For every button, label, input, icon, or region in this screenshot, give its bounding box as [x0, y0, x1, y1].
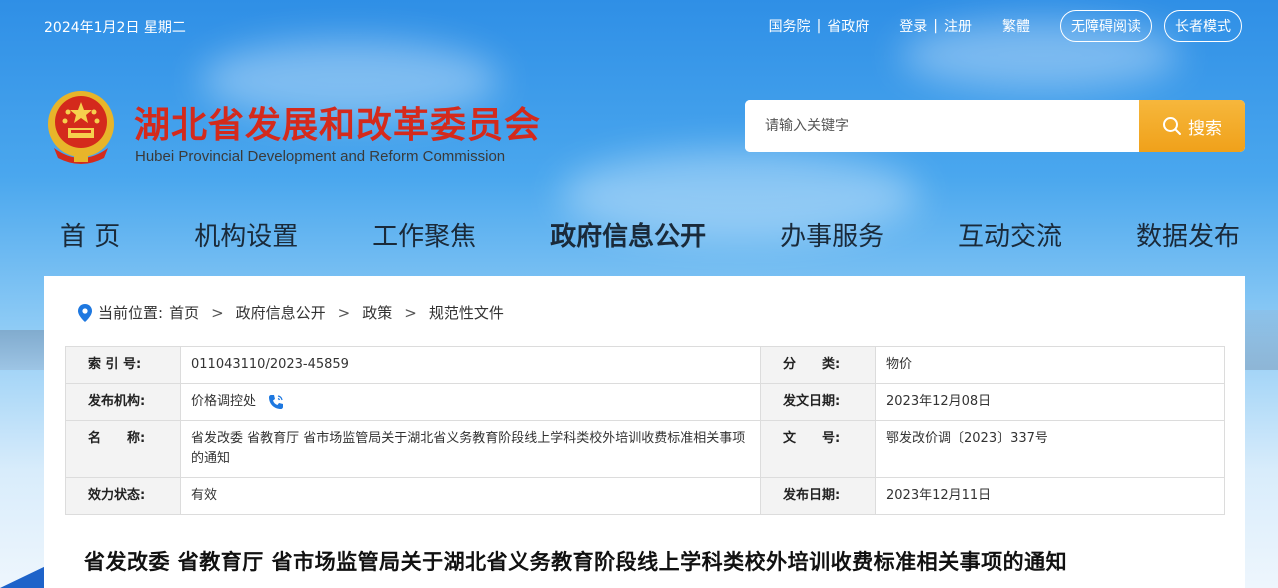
search-button[interactable]: 搜索 [1139, 100, 1245, 152]
org-label: 发布机构: [65, 383, 181, 421]
publish-date-label: 发布日期: [760, 477, 876, 515]
nav-services[interactable]: 办事服务 [780, 216, 884, 260]
search-icon [1163, 117, 1181, 135]
nav-data[interactable]: 数据发布 [1136, 216, 1240, 260]
location-pin-icon [78, 303, 92, 322]
separator: | [816, 18, 822, 34]
breadcrumb-policy[interactable]: 政策 [362, 302, 392, 323]
table-row: 发布机构: 价格调控处 发文日期: 2023年12月08日 [65, 383, 1225, 421]
skyline-decoration [0, 330, 50, 370]
login-link[interactable]: 登录 [899, 16, 927, 36]
index-label: 索 引 号: [65, 346, 181, 384]
nav-organization[interactable]: 机构设置 [194, 216, 298, 260]
org-cell: 价格调控处 [180, 383, 761, 421]
document-title: 省发改委 省教育厅 省市场监管局关于湖北省义务教育阶段线上学科类校外培训收费标准… [84, 549, 1068, 574]
nav-interaction[interactable]: 互动交流 [958, 216, 1062, 260]
index-value: 011043110/2023-45859 [180, 346, 761, 384]
breadcrumb-home[interactable]: 首页 [169, 302, 199, 323]
accessibility-button[interactable]: 无障碍阅读 [1060, 10, 1152, 42]
national-emblem-icon [48, 91, 114, 164]
publish-date-value: 2023年12月11日 [875, 477, 1225, 515]
search-input[interactable] [745, 100, 1139, 152]
traditional-chinese-link[interactable]: 繁體 [1002, 16, 1030, 36]
nav-gov-info[interactable]: 政府信息公开 [550, 216, 706, 260]
content-panel: 当前位置: 首页 > 政府信息公开 > 政策 > 规范性文件 索 引 号: 01… [44, 276, 1245, 588]
category-value: 物价 [875, 346, 1225, 384]
main-nav: 首 页 机构设置 工作聚焦 政府信息公开 办事服务 互动交流 数据发布 [60, 216, 1240, 260]
docno-label: 文 号: [760, 420, 876, 478]
issue-date-label: 发文日期: [760, 383, 876, 421]
breadcrumb-separator: > [404, 303, 417, 322]
status-value: 有效 [180, 477, 761, 515]
register-link[interactable]: 注册 [944, 16, 972, 36]
document-metadata-table: 索 引 号: 011043110/2023-45859 分 类: 物价 发布机构… [65, 346, 1225, 515]
breadcrumb-separator: > [337, 303, 351, 322]
category-label: 分 类: [760, 346, 876, 384]
site-subtitle: Hubei Provincial Development and Reform … [135, 148, 506, 165]
current-date: 2024年1月2日 星期二 [44, 20, 186, 36]
phone-icon[interactable] [268, 394, 284, 410]
breadcrumb-separator: > [211, 303, 224, 322]
breadcrumb: 当前位置: 首页 > 政府信息公开 > 政策 > 规范性文件 [78, 302, 504, 323]
table-row: 效力状态: 有效 发布日期: 2023年12月11日 [65, 477, 1225, 515]
corner-decoration [0, 564, 50, 588]
top-bar: 2024年1月2日 星期二 国务院 | 省政府 登录 | 注册 繁體 无障碍阅读… [0, 0, 1278, 52]
org-value: 价格调控处 [191, 394, 257, 409]
search-box: 搜索 [745, 100, 1245, 152]
separator: | [933, 18, 938, 34]
link-state-council[interactable]: 国务院 [769, 16, 811, 36]
site-title[interactable]: 湖北省发展和改革委员会 [134, 96, 541, 148]
breadcrumb-gov-info[interactable]: 政府信息公开 [236, 302, 326, 323]
link-provincial-gov[interactable]: 省政府 [827, 16, 869, 36]
nav-work-focus[interactable]: 工作聚焦 [372, 216, 476, 260]
name-label: 名 称: [65, 420, 181, 478]
docno-value: 鄂发改价调〔2023〕337号 [875, 420, 1225, 478]
elder-mode-button[interactable]: 长者模式 [1164, 10, 1242, 42]
nav-home[interactable]: 首 页 [60, 216, 120, 260]
table-row: 索 引 号: 011043110/2023-45859 分 类: 物价 [65, 346, 1225, 384]
name-value: 省发改委 省教育厅 省市场监管局关于湖北省义务教育阶段线上学科类校外培训收费标准… [180, 420, 761, 478]
breadcrumb-prefix: 当前位置: [98, 304, 164, 322]
status-label: 效力状态: [65, 477, 181, 515]
search-button-label: 搜索 [1188, 118, 1222, 139]
breadcrumb-normative-docs[interactable]: 规范性文件 [429, 302, 504, 323]
issue-date-value: 2023年12月08日 [875, 383, 1225, 421]
top-links: 国务院 | 省政府 登录 | 注册 繁體 无障碍阅读 长者模式 [769, 10, 1242, 42]
table-row: 名 称: 省发改委 省教育厅 省市场监管局关于湖北省义务教育阶段线上学科类校外培… [65, 420, 1225, 478]
